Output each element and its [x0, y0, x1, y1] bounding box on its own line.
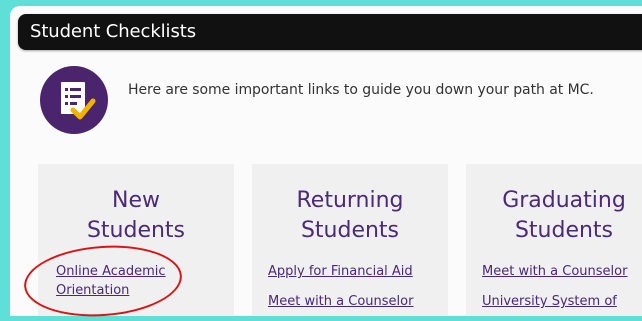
- graduating-students-card: Graduating Students Meet with a Counselo…: [466, 164, 642, 316]
- student-checklists-panel: Student Checklists Here are some importa…: [10, 6, 642, 316]
- online-academic-orientation-link[interactable]: Online Academic Orientation: [56, 262, 166, 300]
- card-title-line2: Students: [86, 218, 186, 243]
- meet-with-a-counselor-link[interactable]: Meet with a Counselor: [268, 292, 413, 311]
- meet-with-a-counselor-link[interactable]: Meet with a Counselor: [482, 262, 627, 281]
- section-header: Student Checklists: [18, 14, 642, 50]
- new-students-card: New Students Online Academic Orientation: [38, 164, 234, 316]
- link-line2: Orientation: [56, 283, 130, 298]
- card-title-line1: Returning: [296, 188, 404, 213]
- card-title-line2: Students: [300, 218, 400, 243]
- card-title-line1: New: [112, 188, 160, 213]
- returning-students-card: Returning Students Apply for Financial A…: [252, 164, 448, 316]
- checklist-icon: [40, 66, 108, 134]
- link-line1: Online Academic: [56, 264, 166, 279]
- card-title-returning-students: Returning Students: [252, 186, 448, 246]
- apply-for-financial-aid-link[interactable]: Apply for Financial Aid: [268, 262, 413, 281]
- card-title-new-students: New Students: [38, 186, 234, 246]
- intro-text: Here are some important links to guide y…: [128, 82, 594, 98]
- card-title-graduating-students: Graduating Students: [466, 186, 642, 246]
- intro-section: Here are some important links to guide y…: [40, 64, 640, 136]
- student-cards: New Students Online Academic Orientation…: [38, 164, 642, 316]
- section-title: Student Checklists: [30, 21, 196, 42]
- card-title-line2: Students: [514, 218, 614, 243]
- card-title-line1: Graduating: [502, 188, 626, 213]
- university-system-link[interactable]: University System of: [482, 292, 617, 311]
